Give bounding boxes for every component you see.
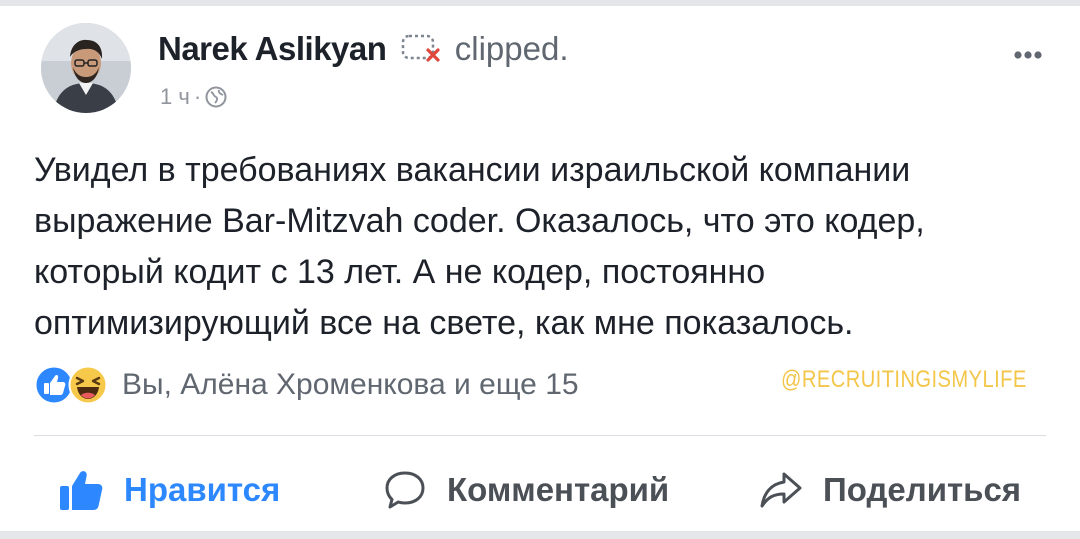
post-text-line: который кодит с 13 лет. А не кодер, пост…: [34, 253, 766, 291]
haha-reaction-icon: [68, 365, 108, 405]
top-separator: [0, 0, 1080, 6]
post-action: clipped.: [454, 30, 569, 67]
comment-icon: [385, 471, 425, 509]
watermark: @RECRUITINGISMYLIFE: [781, 366, 1027, 393]
share-button[interactable]: Поделиться: [759, 466, 1021, 514]
post-text: Увидел в требованиях вакансии израильско…: [34, 145, 1044, 349]
share-icon: [760, 472, 802, 508]
avatar[interactable]: [41, 23, 131, 113]
bottom-separator: [0, 531, 1080, 539]
like-button[interactable]: Нравится: [58, 466, 280, 514]
post-text-line: оптимизирующий все на свете, как мне пок…: [34, 304, 854, 342]
more-options-icon[interactable]: [1003, 40, 1053, 70]
clip-icon: [400, 30, 444, 64]
reactions-summary-text: Вы, Алёна Хроменкова и еще 15: [122, 368, 579, 401]
globe-icon: [205, 86, 227, 108]
reactions-summary[interactable]: Вы, Алёна Хроменкова и еще 15: [34, 364, 579, 406]
share-button-label: Поделиться: [823, 471, 1022, 508]
post-text-line: выражение Bar-Mitzvah coder. Оказалось, …: [34, 202, 925, 240]
post-text-line: Увидел в требованиях вакансии израильско…: [34, 151, 911, 189]
comment-button[interactable]: Комментарий: [383, 466, 669, 514]
meta-separator: ·: [193, 84, 202, 109]
author-name[interactable]: Narek Aslikyan: [158, 30, 387, 67]
thumbs-up-icon: [60, 471, 103, 510]
post-time[interactable]: 1 ч: [160, 84, 190, 109]
post-meta: 1 ч ·: [160, 84, 227, 110]
like-button-label: Нравится: [124, 471, 281, 508]
post-author-line: Narek Aslikyan clipped.: [158, 30, 569, 68]
divider: [34, 435, 1046, 436]
comment-button-label: Комментарий: [447, 471, 670, 508]
